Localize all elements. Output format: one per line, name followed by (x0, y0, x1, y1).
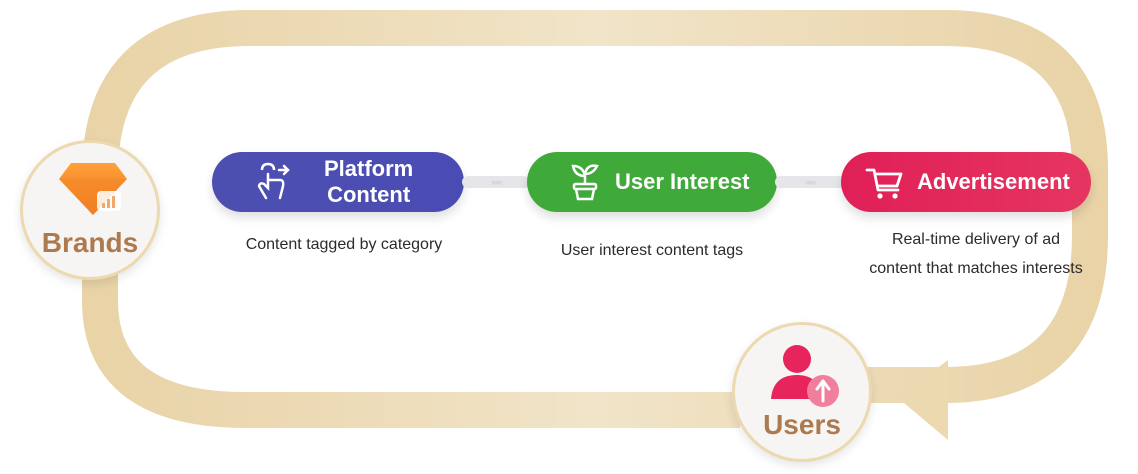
advertisement-description: Real-time delivery of ad content that ma… (830, 225, 1122, 283)
user-upgrade-icon (771, 345, 839, 407)
brands-label: Brands (41, 227, 139, 258)
sprout-pot-icon (571, 164, 599, 201)
advertisement-description-line2: content that matches interests (869, 260, 1083, 277)
platform-content-description: Content tagged by category (245, 236, 443, 253)
user-interest-label: User Interest (615, 169, 750, 194)
diamond-chart-icon (59, 163, 127, 215)
advertisement-description-line1: Real-time delivery of ad (891, 231, 1061, 248)
platform-content-pill: Platform Content (212, 152, 464, 212)
tap-gesture-icon (257, 162, 290, 200)
advertisement-pill: Advertisement (841, 152, 1091, 212)
users-label: Users (763, 409, 841, 440)
shopping-cart-icon (865, 168, 903, 199)
platform-content-label-line2: Content (327, 182, 411, 207)
platform-content-label: Platform Content (324, 156, 413, 208)
advertisement-label: Advertisement (917, 169, 1070, 194)
user-interest-pill: User Interest (527, 152, 777, 212)
loop-track (82, 10, 1108, 428)
users-node: Users (732, 322, 872, 462)
platform-content-label-line1: Platform (324, 156, 414, 181)
connector-arrow: ››››› (462, 176, 530, 188)
connector-arrow: ››››› (775, 176, 845, 188)
user-interest-description: User interest content tags (560, 242, 744, 259)
brands-node: Brands (20, 140, 160, 280)
